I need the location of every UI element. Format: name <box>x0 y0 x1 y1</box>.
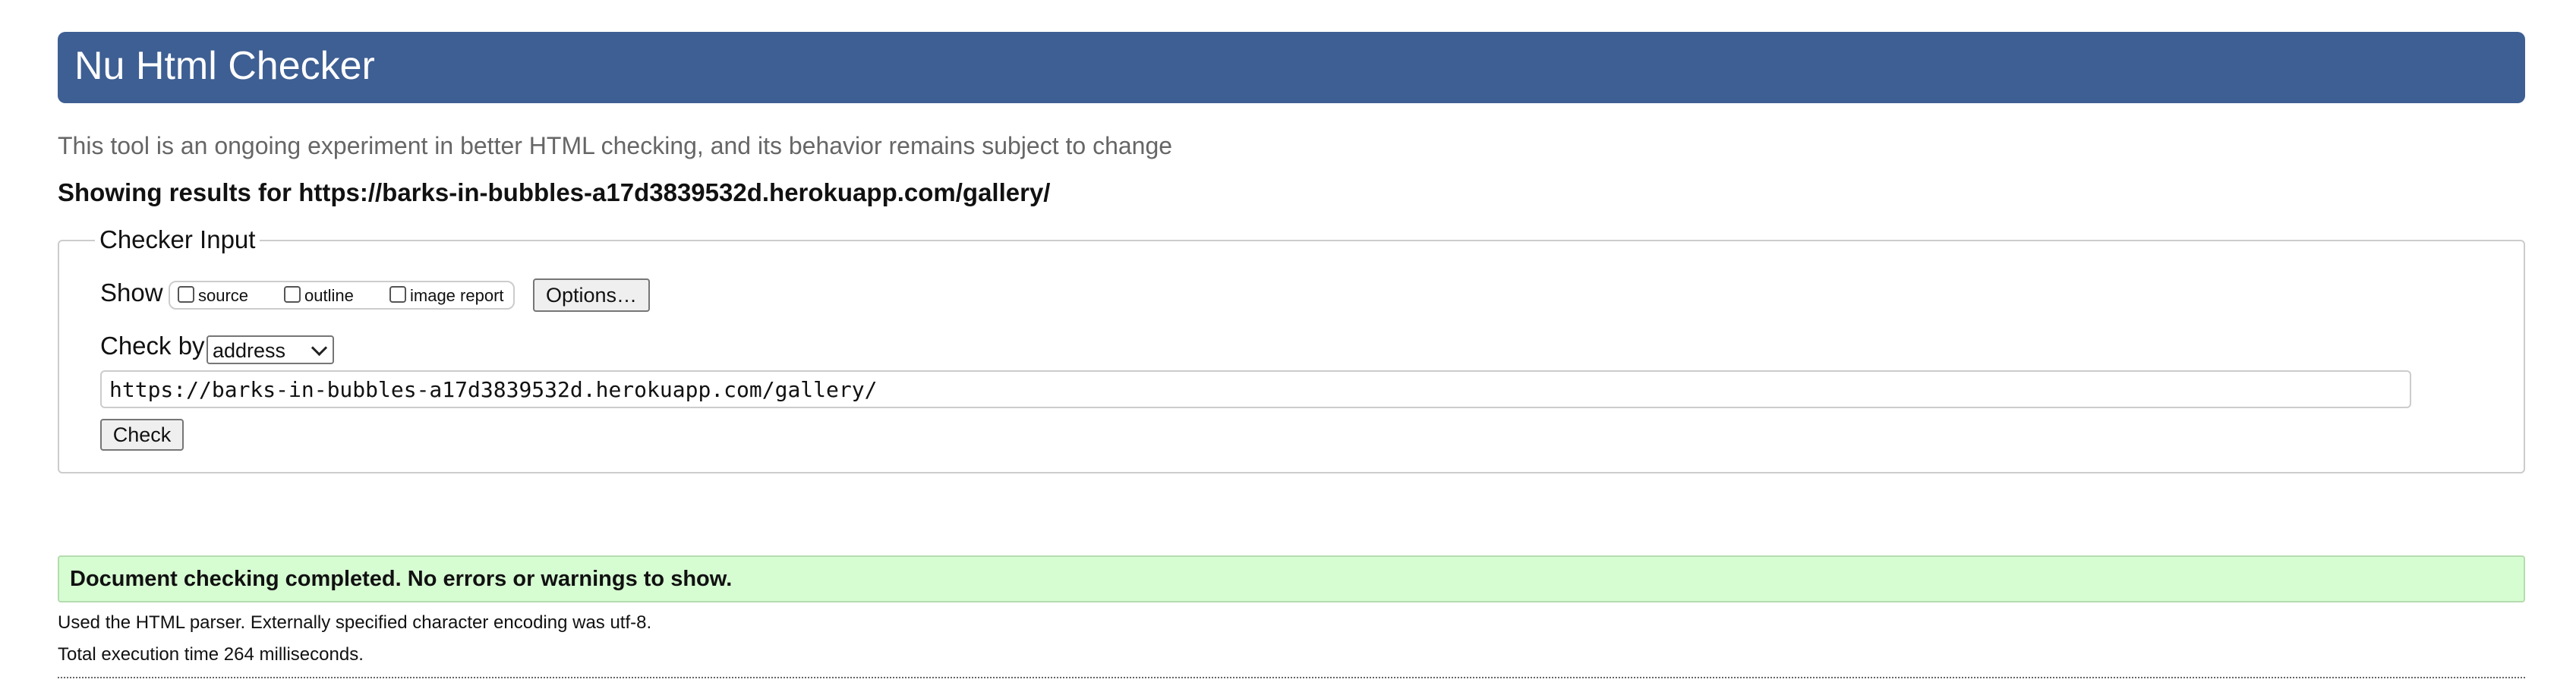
image-report-checkbox[interactable] <box>389 286 406 303</box>
parser-info: Used the HTML parser. Externally specifi… <box>58 612 652 633</box>
check-button[interactable]: Check <box>100 419 184 451</box>
execution-time: Total execution time 264 milliseconds. <box>58 644 364 665</box>
checker-input-legend: Checker Input <box>95 225 260 255</box>
url-input[interactable]: https://barks-in-bubbles-a17d3839532d.he… <box>100 370 2411 408</box>
outline-checkbox-label[interactable]: outline <box>304 286 354 306</box>
show-source-option[interactable]: source <box>178 284 248 308</box>
check-by-selected-value[interactable]: address <box>213 339 285 362</box>
success-message-box: Document checking completed. No errors o… <box>58 555 2525 602</box>
checker-input-fieldset: Checker Input Show source outline image … <box>58 225 2525 473</box>
success-message: Document checking completed. No errors o… <box>70 567 733 591</box>
image-report-checkbox-label[interactable]: image report <box>410 286 504 306</box>
intro-text: This tool is an ongoing experiment in be… <box>58 132 1173 159</box>
results-for-heading: Showing results for https://barks-in-bub… <box>58 178 1051 206</box>
outline-checkbox[interactable] <box>284 286 301 303</box>
source-checkbox-label[interactable]: source <box>198 286 248 306</box>
check-by-select[interactable]: address <box>207 335 334 364</box>
divider <box>58 677 2525 678</box>
show-image-report-option[interactable]: image report <box>389 284 504 308</box>
page-title: Nu Html Checker <box>74 44 375 88</box>
check-by-label: Check by <box>100 332 205 360</box>
options-button[interactable]: Options… <box>533 278 650 312</box>
chevron-down-icon[interactable] <box>311 339 328 357</box>
show-options-group: source outline image report <box>169 281 515 310</box>
url-input-value[interactable]: https://barks-in-bubbles-a17d3839532d.he… <box>109 378 877 402</box>
source-checkbox[interactable] <box>178 286 194 303</box>
header-banner: Nu Html Checker <box>58 32 2525 103</box>
show-label: Show <box>100 278 163 307</box>
show-outline-option[interactable]: outline <box>284 284 354 308</box>
